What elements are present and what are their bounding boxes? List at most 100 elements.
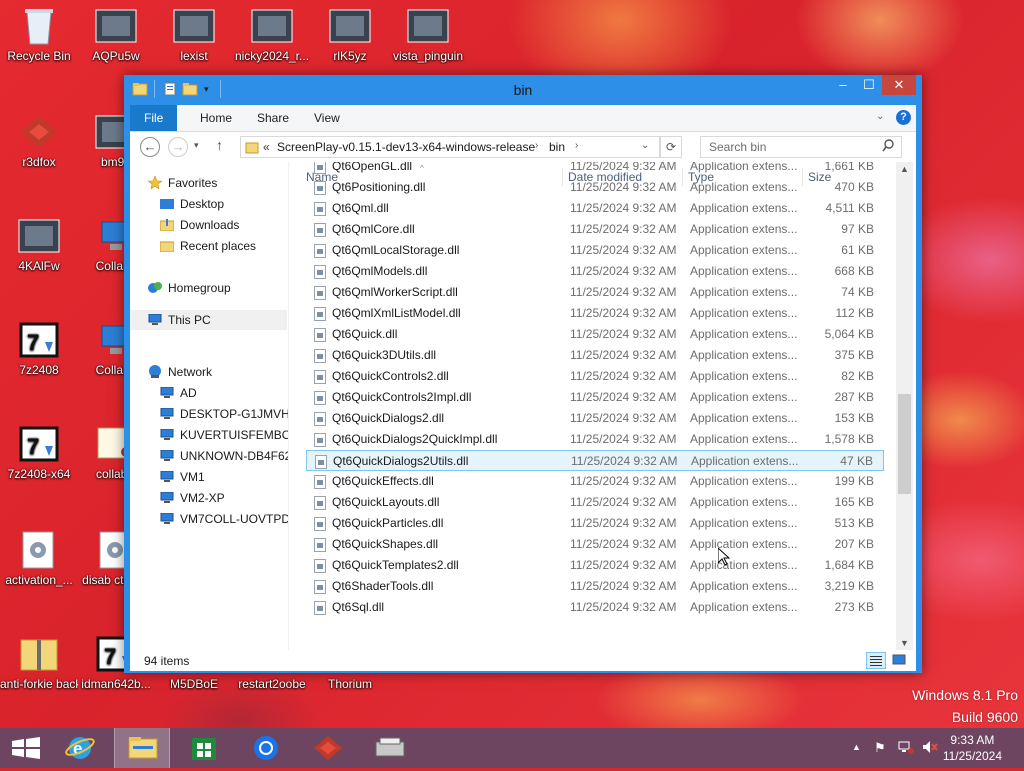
file-type: Application extens... — [690, 348, 798, 362]
tab-file[interactable]: File — [130, 105, 178, 131]
scroll-up-arrow-icon[interactable]: ▲ — [900, 164, 909, 174]
desktop-icon-item[interactable]: 7 7z2408 — [0, 320, 78, 378]
file-type: Application extens... — [690, 390, 798, 404]
up-arrow-icon[interactable]: ↑ — [216, 137, 223, 153]
nav-network[interactable]: Network — [148, 362, 212, 382]
breadcrumb-overflow[interactable]: « — [263, 140, 270, 154]
nav-network-computer[interactable]: VM1 — [160, 467, 205, 487]
desktop-icon-item[interactable]: lexist — [155, 6, 233, 64]
file-row[interactable]: Qt6QuickShapes.dll 11/25/2024 9:32 AM Appl… — [306, 534, 884, 555]
chrome-taskbar-button[interactable] — [238, 728, 294, 768]
file-date-modified: 11/25/2024 9:32 AM — [570, 390, 677, 404]
start-button[interactable] — [0, 728, 56, 768]
taskbar-clock[interactable]: 9:33 AM 11/25/2024 — [943, 732, 1002, 764]
file-row[interactable]: Qt6Qml.dll 11/25/2024 9:32 AM Application … — [306, 198, 884, 219]
desktop-icon-label: 7z2408-x64 — [7, 467, 71, 481]
dll-file-icon — [314, 433, 326, 447]
desktop-icon-item[interactable]: 4KAlFw — [0, 216, 78, 274]
desktop-icon-item[interactable]: r3dfox — [0, 112, 78, 170]
breadcrumb-parent[interactable]: ScreenPlay-v0.15.1-dev13-x64-windows-rel… — [277, 140, 535, 154]
breadcrumb-separator-icon[interactable]: › — [535, 140, 538, 151]
forward-button[interactable]: → — [168, 137, 188, 157]
scanner-app-taskbar-button[interactable] — [362, 728, 418, 768]
nav-network-computer[interactable]: DESKTOP-G1JMVHA — [160, 404, 288, 424]
nav-network-computer[interactable]: KUVERTUISFEMBOY — [160, 425, 288, 445]
r3dfox-taskbar-button[interactable] — [300, 728, 356, 768]
address-history-chevron-icon[interactable]: ⌄ — [641, 140, 649, 151]
clock-time: 9:33 AM — [950, 733, 995, 747]
file-date-modified: 11/25/2024 9:32 AM — [570, 162, 677, 173]
desktop-icon-item[interactable]: activation_... — [0, 530, 78, 588]
file-row[interactable]: Qt6QmlWorkerScript.dll 11/25/2024 9:32 AM… — [306, 282, 884, 303]
minimize-button[interactable]: ‒ — [830, 75, 856, 95]
tab-share[interactable]: Share — [243, 105, 303, 131]
file-row[interactable]: Qt6QuickLayouts.dll 11/25/2024 9:32 AM App… — [306, 492, 884, 513]
breadcrumb-separator-icon[interactable]: › — [575, 140, 578, 151]
file-row[interactable]: Qt6OpenGL.dll 11/25/2024 9:32 AM Applicati… — [306, 162, 884, 177]
window-titlebar[interactable]: ▾ bin ‒ ☐ ✕ — [124, 75, 922, 105]
large-icons-view-button[interactable] — [890, 652, 910, 669]
file-date-modified: 11/25/2024 9:32 AM — [570, 537, 677, 551]
details-view-button[interactable] — [866, 652, 886, 669]
desktop-icon-item[interactable]: nicky2024_r... — [233, 6, 311, 64]
file-row[interactable]: Qt6QmlLocalStorage.dll 11/25/2024 9:32 AM… — [306, 240, 884, 261]
store-taskbar-button[interactable] — [176, 728, 232, 768]
close-button[interactable]: ✕ — [882, 75, 916, 95]
file-row[interactable]: Qt6Sql.dll 11/25/2024 9:32 AM Application … — [306, 597, 884, 618]
internet-explorer-taskbar-button[interactable]: e — [54, 728, 110, 768]
file-size: 1,684 KB — [824, 558, 874, 572]
file-row[interactable]: Qt6QuickDialogs2Utils.dll 11/25/2024 9:32… — [306, 450, 884, 471]
tab-view[interactable]: View — [300, 105, 354, 131]
expand-ribbon-chevron-icon[interactable]: ⌄ — [876, 111, 884, 122]
file-row[interactable]: Qt6QmlXmlListModel.dll 11/25/2024 9:32 AM… — [306, 303, 884, 324]
nav-network-computer[interactable]: UNKNOWN-DB4F62 — [160, 446, 288, 466]
desktop-icon-item[interactable]: Recycle Bin — [0, 6, 78, 64]
file-row[interactable]: Qt6Positioning.dll 11/25/2024 9:32 AM Appl… — [306, 177, 884, 198]
nav-downloads[interactable]: Downloads — [159, 215, 239, 235]
file-row[interactable]: Qt6QuickControls2Impl.dll 11/25/2024 9:32… — [306, 387, 884, 408]
desktop-icon-item[interactable]: anti-forkie backgrounds — [0, 634, 78, 692]
desktop-icon-item[interactable]: 7 7z2408-x64 — [0, 424, 78, 482]
scroll-down-arrow-icon[interactable]: ▼ — [900, 638, 909, 648]
desktop-icon-item[interactable]: AQPu5w — [77, 6, 155, 64]
file-row[interactable]: Qt6QuickDialogs2QuickImpl.dll 11/25/2024 … — [306, 429, 884, 450]
file-row[interactable]: Qt6Quick3DUtils.dll 11/25/2024 9:32 AM App… — [306, 345, 884, 366]
file-row[interactable]: Qt6QmlModels.dll 11/25/2024 9:32 AM Applic… — [306, 261, 884, 282]
file-row[interactable]: Qt6QmlCore.dll 11/25/2024 9:32 AM Applicat… — [306, 219, 884, 240]
help-icon[interactable]: ? — [896, 110, 911, 125]
recent-locations-chevron-icon[interactable]: ▾ — [194, 140, 199, 151]
file-row[interactable]: Qt6QuickControls2.dll 11/25/2024 9:32 AM A… — [306, 366, 884, 387]
nav-recent-places[interactable]: Recent places — [159, 236, 256, 256]
maximize-button[interactable]: ☐ — [856, 75, 882, 95]
nav-network-computer[interactable]: AD — [160, 383, 197, 403]
search-icon[interactable] — [882, 139, 895, 155]
desktop-icon-item[interactable]: vista_pinguin — [389, 6, 467, 64]
nav-network-computer[interactable]: VM2-XP — [160, 488, 225, 508]
network-status-icon[interactable] — [898, 740, 914, 757]
file-row[interactable]: Qt6Quick.dll 11/25/2024 9:32 AM Applicatio… — [306, 324, 884, 345]
nav-this-pc[interactable]: This PC — [130, 310, 287, 330]
refresh-button[interactable]: ⟳ — [660, 136, 682, 158]
nav-favorites[interactable]: Favorites — [147, 173, 217, 193]
nav-homegroup[interactable]: Homegroup — [148, 278, 231, 298]
scroll-thumb[interactable] — [898, 394, 911, 494]
file-row[interactable]: Qt6QuickTemplates2.dll 11/25/2024 9:32 AM… — [306, 555, 884, 576]
file-row[interactable]: Qt6ShaderTools.dll 11/25/2024 9:32 AM Appl… — [306, 576, 884, 597]
back-button[interactable]: ← — [140, 137, 160, 157]
desktop-icon-item[interactable]: rlK5yz — [311, 6, 389, 64]
tab-home[interactable]: Home — [186, 105, 246, 131]
vertical-scrollbar[interactable]: ▲ ▼ — [896, 162, 913, 650]
action-center-flag-icon[interactable]: ⚑ — [874, 740, 886, 756]
file-row[interactable]: Qt6QuickParticles.dll 11/25/2024 9:32 AM A… — [306, 513, 884, 534]
breadcrumb-current[interactable]: bin — [549, 140, 565, 154]
search-input[interactable]: Search bin — [700, 136, 902, 158]
nav-desktop[interactable]: Desktop — [160, 194, 224, 214]
show-hidden-icons-chevron-icon[interactable]: ▲ — [852, 742, 861, 752]
volume-muted-icon[interactable] — [922, 740, 938, 757]
file-row[interactable]: Qt6QuickDialogs2.dll 11/25/2024 9:32 AM Ap… — [306, 408, 884, 429]
file-row[interactable]: Qt6QuickEffects.dll 11/25/2024 9:32 AM App… — [306, 471, 884, 492]
nav-network-computer[interactable]: VM7COLL-UOVTPD — [160, 509, 288, 529]
dll-file-icon — [314, 580, 326, 594]
address-bar[interactable]: « ScreenPlay-v0.15.1-dev13-x64-windows-r… — [240, 136, 660, 158]
file-explorer-taskbar-button[interactable] — [114, 728, 170, 768]
